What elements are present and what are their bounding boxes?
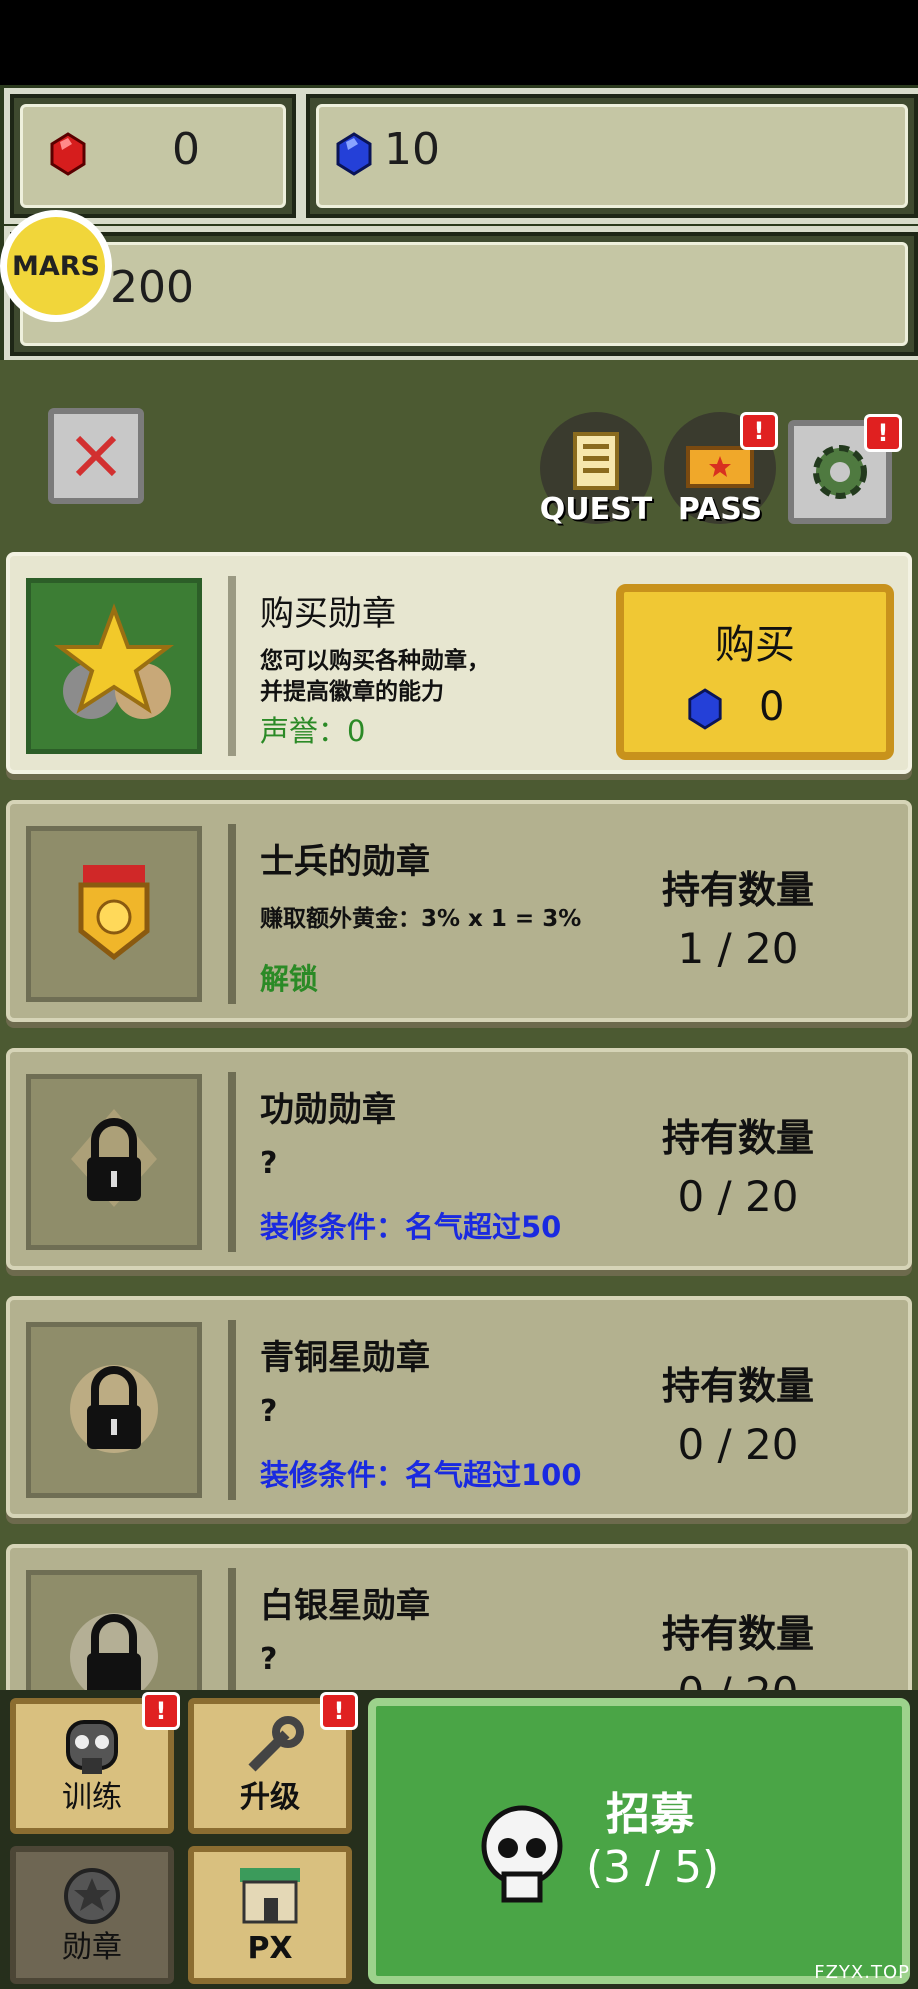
buy-label: 购买 [715, 622, 795, 668]
watermark: FZYX.TOP [814, 1962, 910, 1983]
scroll-icon [573, 432, 619, 490]
blue-gem-icon [336, 132, 372, 176]
mars-coin-icon: MARS [0, 210, 112, 322]
pass-alert-badge: ! [740, 412, 778, 450]
skull-icon [481, 1805, 563, 1903]
hold-label: 持有数量 [661, 1116, 814, 1160]
upgrade-alert-badge: ! [320, 1692, 358, 1730]
settings-alert-badge: ! [864, 414, 902, 452]
hold-label: 持有数量 [661, 1612, 814, 1656]
medal-description: ? [260, 1642, 278, 1677]
hold-label: 持有数量 [661, 1364, 814, 1408]
hold-value: 1 / 20 [677, 924, 799, 973]
medal-image [26, 1074, 202, 1250]
divider [228, 1072, 236, 1252]
medal-card: 青铜星勋章 ? 装修条件：名气超过100 持有数量 0 / 20 [6, 1296, 912, 1518]
medal-description: ? [260, 1146, 278, 1181]
nav-upgrade-label: 升级 [240, 1780, 300, 1815]
close-button[interactable] [48, 408, 144, 504]
buy-cost: 0 [759, 684, 785, 730]
hold-value: 0 / 20 [677, 1420, 799, 1469]
shop-desc-line2: 并提高徽章的能力 [260, 679, 444, 705]
blue-gem-value: 10 [384, 124, 440, 175]
mars-counter: 200 [4, 226, 918, 362]
shop-title: 购买勋章 [260, 594, 396, 634]
medal-title: 功勋勋章 [260, 1090, 396, 1130]
quest-label: QUEST [539, 492, 653, 527]
train-alert-badge: ! [142, 1692, 180, 1730]
medal-bundle-image [26, 578, 202, 754]
medal-bundle-icon [54, 603, 174, 719]
shop-desc-line1: 您可以购买各种勋章， [260, 648, 490, 674]
nav-medal-button[interactable]: 勋章 [10, 1846, 174, 1984]
medal-unlock-condition: 装修条件：名气超过100 [260, 1458, 582, 1492]
hold-value: 0 / 20 [677, 1172, 799, 1221]
medal-title: 青铜星勋章 [260, 1338, 430, 1378]
nav-px-label: PX [247, 1931, 293, 1966]
soldier-medal-icon [78, 865, 150, 961]
nav-px-button[interactable]: PX [188, 1846, 352, 1984]
recruit-label: 招募 [606, 1789, 694, 1840]
lock-icon [70, 1365, 158, 1453]
medal-unlock-condition: 装修条件：名气超过50 [260, 1210, 562, 1244]
recruit-button[interactable]: 招募 (3 / 5) [368, 1698, 910, 1984]
divider [228, 576, 236, 756]
close-icon [75, 435, 117, 477]
recruit-count: (3 / 5) [586, 1842, 720, 1893]
medal-description: 赚取额外黄金：3% x 1 = 3% [260, 906, 582, 932]
pass-label: PASS [677, 492, 763, 527]
red-gem-value: 0 [172, 124, 200, 175]
red-gem-icon [50, 132, 86, 176]
shop-icon [240, 1868, 300, 1924]
nav-medal-label: 勋章 [62, 1930, 122, 1965]
blue-gem-counter: 10 [300, 88, 918, 224]
buy-medal-card: 购买勋章 您可以购买各种勋章， 并提高徽章的能力 声誉：0 购买 0 [6, 552, 912, 774]
medal-description: ? [260, 1394, 278, 1429]
nav-train-label: 训练 [62, 1780, 122, 1815]
reputation-text: 声誉：0 [260, 714, 366, 748]
shop-description: 您可以购买各种勋章， 并提高徽章的能力 [260, 646, 490, 708]
hold-label: 持有数量 [661, 868, 814, 912]
medal-image [26, 826, 202, 1002]
medal-card: 功勋勋章 ? 装修条件：名气超过50 持有数量 0 / 20 [6, 1048, 912, 1270]
divider [228, 824, 236, 1004]
medal-card: 士兵的勋章 赚取额外黄金：3% x 1 = 3% 解锁 持有数量 1 / 20 [6, 800, 912, 1022]
medal-title: 白银星勋章 [260, 1586, 430, 1626]
blue-gem-icon [688, 688, 722, 730]
medal-image [26, 1322, 202, 1498]
medal-status: 解锁 [260, 962, 319, 996]
lock-icon [71, 1109, 157, 1207]
mars-value: 200 [110, 262, 194, 313]
red-gem-counter: 0 [4, 88, 302, 224]
medal-title: 士兵的勋章 [260, 842, 430, 882]
divider [228, 1320, 236, 1500]
buy-button[interactable]: 购买 0 [616, 584, 894, 760]
